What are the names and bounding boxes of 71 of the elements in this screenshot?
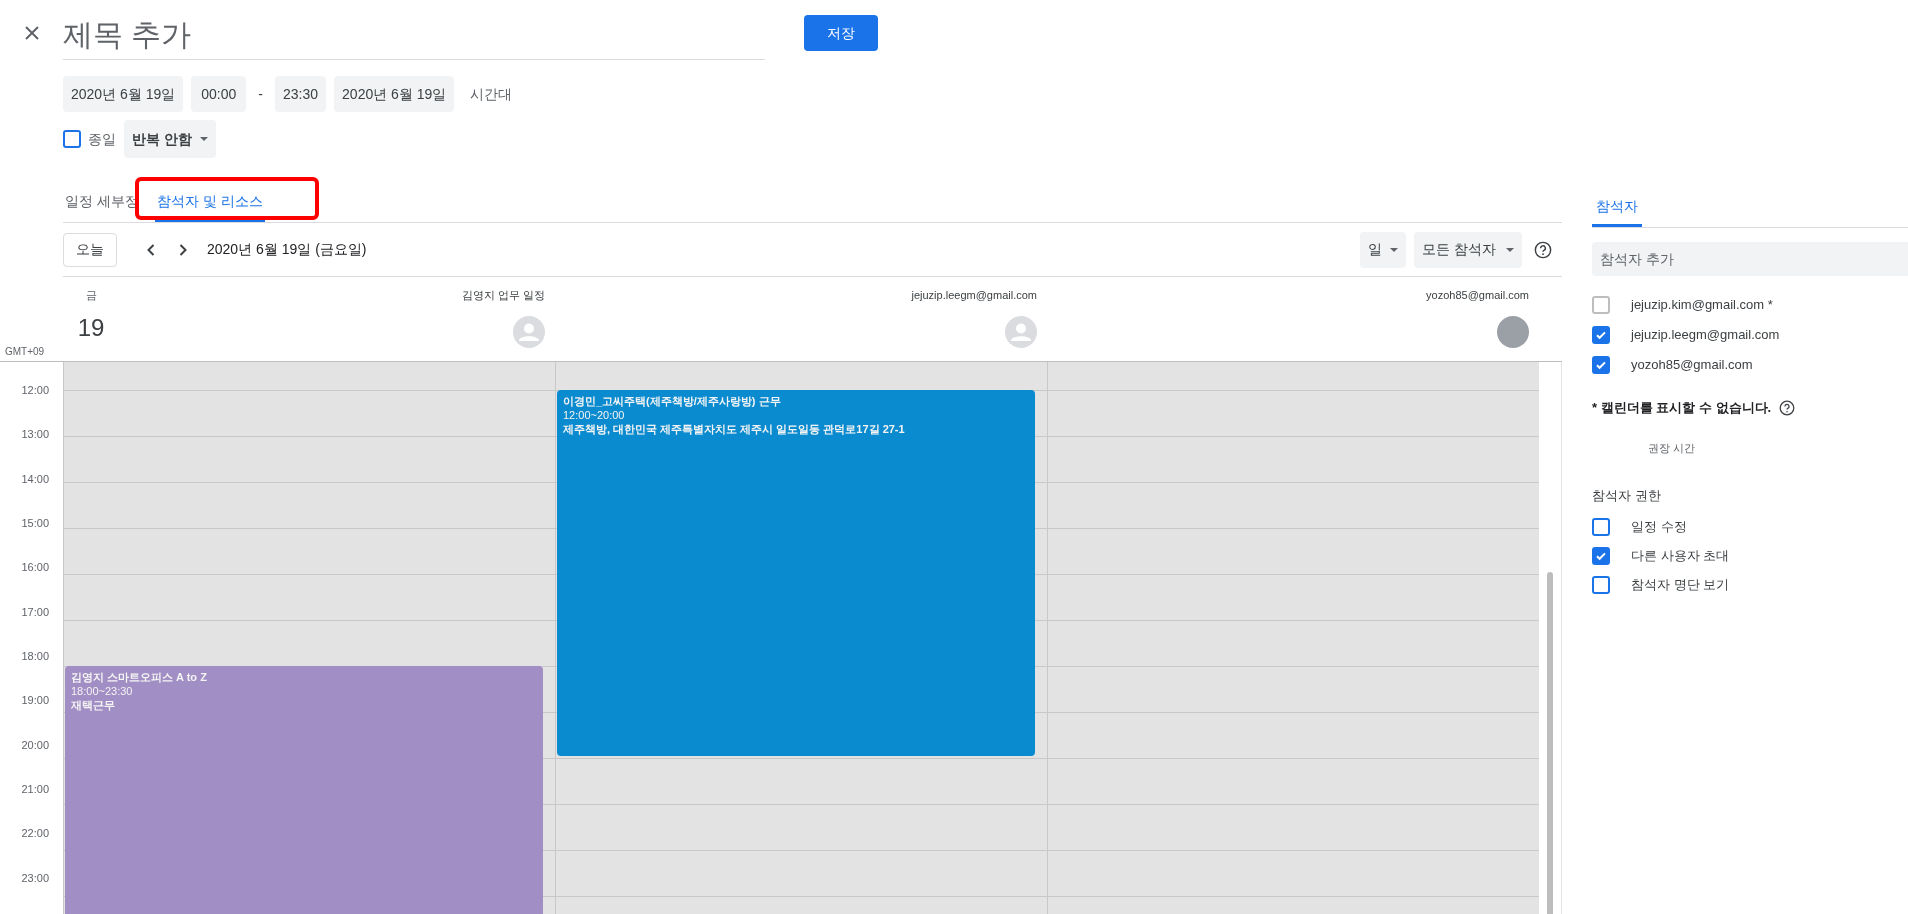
event-time: 18:00~23:30: [71, 684, 133, 698]
caret-icon: [1390, 247, 1399, 252]
end-date-field[interactable]: 2020년 6월 19일: [334, 76, 455, 112]
calendar-unavailable-note: * 캘린더를 표시할 수 없습니다.: [1592, 399, 1772, 417]
tab[interactable]: 참석자 및 리소스: [154, 183, 265, 222]
calendar-name: jejuzip.leegm@gmail.com: [911, 288, 1037, 303]
hour-label: 12:00: [20, 383, 50, 398]
attendees-tab[interactable]: 참석자: [1592, 188, 1642, 227]
event-time: 12:00~20:00: [563, 408, 625, 422]
day-number: 19: [77, 312, 105, 343]
today-button[interactable]: 오늘: [63, 232, 117, 267]
scrollbar-thumb[interactable]: [1547, 572, 1553, 914]
start-date-field[interactable]: 2020년 6월 19일: [63, 76, 184, 112]
caret-icon: [1506, 247, 1514, 252]
permission-checkbox[interactable]: [1592, 517, 1610, 536]
help-icon[interactable]: [1779, 399, 1796, 416]
repeat-dropdown[interactable]: 반복 안함: [124, 120, 216, 158]
permission-label: 다른 사용자 초대: [1631, 546, 1730, 565]
chevron-left-icon: [147, 243, 155, 256]
calendar-event[interactable]: 이경민_고씨주택(제주책방/제주사랑방) 근무 12:00~20:00 제주책방, 대한민국 제주특별자치도 제주시 일도일동 관덕로17길 27-1: [557, 390, 1035, 756]
permission-label: 참석자 명단 보기: [1631, 575, 1730, 594]
all-day-label: 종일: [88, 129, 116, 149]
attendee-email: yozoh85@gmail.com: [1631, 356, 1753, 375]
event-title: 김영지 스마트오피스 A to Z: [71, 670, 207, 684]
permission-checkbox[interactable]: [1592, 546, 1610, 565]
chevron-right-icon: [179, 243, 187, 256]
hour-label: 19:00: [20, 693, 50, 709]
hour-label: 17:00: [20, 604, 50, 620]
hour-label: 22:00: [20, 826, 50, 842]
event-title: 이경민_고씨주택(제주책방/제주사랑방) 근무: [563, 394, 781, 408]
hour-label: 20:00: [20, 737, 50, 753]
attendee-filter-dropdown[interactable]: 모든 참석자: [1414, 231, 1522, 268]
weekday-label: 금: [85, 288, 97, 303]
attendee-checkbox[interactable]: [1592, 356, 1610, 374]
permission-label: 일정 수정: [1631, 517, 1687, 536]
hour-label: 13:00: [20, 427, 50, 443]
save-button[interactable]: 저장: [804, 15, 878, 51]
check-icon: [1595, 329, 1607, 341]
hour-label: 15:00: [20, 516, 50, 531]
caret-icon: [199, 137, 208, 141]
view-dropdown[interactable]: 일: [1360, 231, 1407, 268]
attendee-checkbox[interactable]: [1592, 326, 1610, 344]
permissions-heading: 참석자 권한: [1592, 487, 1662, 505]
start-time-field[interactable]: 00:00: [191, 76, 247, 112]
add-attendee-field[interactable]: 참석자 추가: [1592, 242, 1908, 276]
attendee-email: jejuzip.leegm@gmail.com: [1631, 326, 1780, 345]
avatar-silhouette-icon: [1005, 315, 1037, 348]
title-field[interactable]: 제목 추가: [63, 10, 765, 60]
calendar-name: yozoh85@gmail.com: [1426, 288, 1529, 303]
suggested-times-link[interactable]: 권장 시간: [1648, 439, 1696, 456]
permission-checkbox[interactable]: [1592, 575, 1610, 594]
hour-label: 16:00: [20, 560, 50, 576]
timezone-link[interactable]: 시간대: [462, 76, 521, 112]
help-icon[interactable]: [1534, 240, 1552, 259]
avatar-photo-placeholder: [1497, 315, 1529, 348]
attendee-email: jejuzip.kim@gmail.com *: [1631, 296, 1773, 315]
range-separator: -: [257, 84, 264, 104]
current-date: 2020년 6월 19일 (금요일): [207, 240, 367, 259]
event-detail: 제주책방, 대한민국 제주특별자치도 제주시 일도일동 관덕로17길 27-1: [563, 422, 905, 436]
timezone-label: GMT+09: [4, 345, 46, 359]
hour-label: 23:00: [20, 870, 50, 886]
calendar-name: 김영지 업무 일정: [461, 288, 545, 303]
hour-label: 21:00: [20, 781, 50, 797]
check-icon: [1595, 359, 1607, 371]
hour-label: 14:00: [20, 471, 50, 487]
avatar-silhouette-icon: [513, 315, 545, 348]
hour-label: 18:00: [20, 648, 50, 664]
all-day-checkbox[interactable]: [63, 130, 81, 148]
close-icon: [23, 25, 40, 41]
end-time-field[interactable]: 23:30: [275, 76, 327, 112]
event-detail: 재택근무: [71, 698, 115, 712]
